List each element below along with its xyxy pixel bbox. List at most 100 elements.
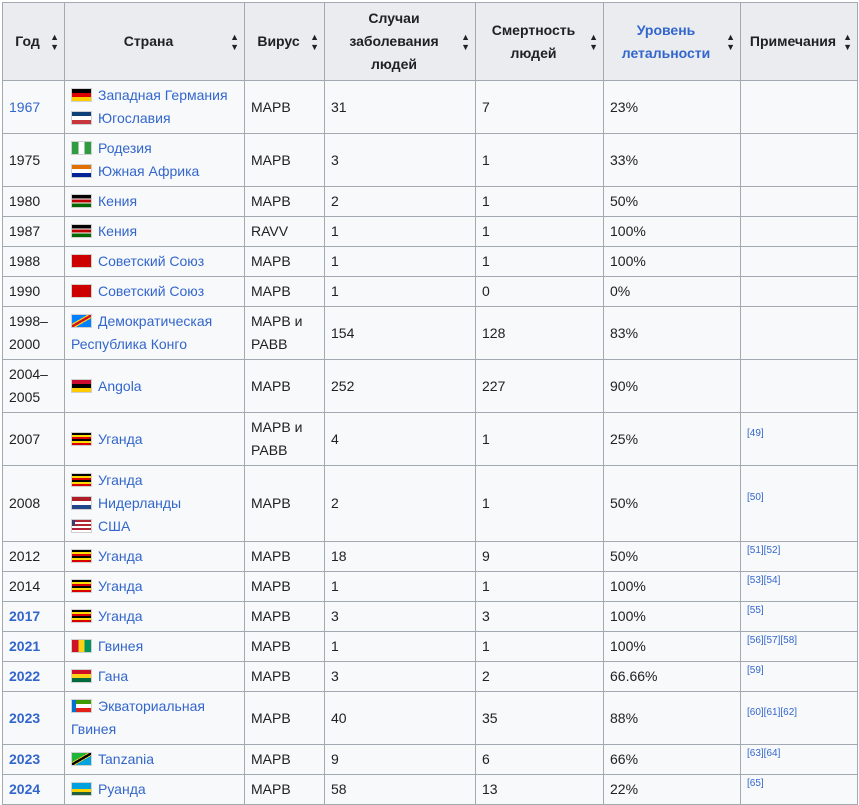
cell-virus: МАРВ: [244, 571, 325, 602]
flag-drc-icon: [71, 314, 92, 328]
cell-cases: 1: [324, 571, 476, 602]
country-entry: Гвинея: [71, 635, 238, 658]
country-entry: Югославия: [71, 107, 238, 130]
year-text: 1987: [9, 223, 41, 239]
reference-link[interactable]: [50]: [747, 492, 764, 503]
country-link[interactable]: Советский Союз: [98, 253, 204, 269]
country-entry: Уганда: [71, 545, 238, 568]
column-header-year[interactable]: Год ▲ ▼: [2, 2, 65, 81]
country-link[interactable]: Уганда: [98, 431, 143, 447]
country-link[interactable]: Уганда: [98, 578, 143, 594]
country-link[interactable]: Югославия: [98, 110, 171, 126]
year-link[interactable]: 2021: [9, 638, 40, 654]
column-header-country[interactable]: Страна ▲ ▼: [64, 2, 245, 81]
flag-uganda-icon: [71, 579, 92, 593]
country-link[interactable]: Angola: [98, 378, 142, 394]
year-link[interactable]: 2024: [9, 781, 40, 797]
column-header-notes[interactable]: Примечания ▲ ▼: [740, 2, 858, 81]
reference-link[interactable]: [60][61][62]: [747, 707, 797, 718]
deaths-value: 1: [482, 253, 490, 269]
cell-deaths: 1: [475, 216, 604, 247]
deaths-value: 1: [482, 430, 490, 447]
country-link[interactable]: Кения: [98, 223, 137, 239]
cell-notes: [740, 133, 858, 187]
country-link[interactable]: Нидерланды: [98, 495, 181, 511]
cell-virus: МАРВ: [244, 186, 325, 217]
fatality-value: 25%: [610, 430, 639, 447]
virus-text: МАРВ: [251, 578, 291, 594]
country-link[interactable]: Уганда: [98, 472, 143, 488]
cell-virus: МАРВ: [244, 246, 325, 277]
cell-virus: МАРВ и РАВВ: [244, 306, 325, 360]
flag-rwanda-icon: [71, 782, 92, 796]
country-link[interactable]: Кения: [98, 193, 137, 209]
sort-arrows-icon[interactable]: ▲ ▼: [589, 32, 598, 52]
sort-arrows-icon[interactable]: ▲ ▼: [310, 32, 319, 52]
cell-year: 1975: [2, 133, 65, 187]
cell-fatality: 0%: [603, 276, 741, 307]
table-row: 1987 Кения RAVV 1 1 100%: [2, 216, 858, 247]
year-link[interactable]: 2023: [9, 710, 40, 726]
country-link[interactable]: Tanzania: [98, 751, 154, 767]
cell-year: 1967: [2, 80, 65, 134]
reference-link[interactable]: [59]: [747, 665, 764, 676]
reference-link[interactable]: [56][57][58]: [747, 635, 797, 646]
reference-link[interactable]: [65]: [747, 778, 764, 789]
sort-arrows-icon[interactable]: ▲ ▼: [230, 32, 239, 52]
cell-year: 2023: [2, 744, 65, 775]
flag-uganda-icon: [71, 473, 92, 487]
reference-link[interactable]: [55]: [747, 605, 764, 616]
country-link[interactable]: Уганда: [98, 608, 143, 624]
country-link[interactable]: Западная Германия: [98, 87, 228, 103]
sort-arrows-icon[interactable]: ▲ ▼: [843, 32, 852, 52]
header-link[interactable]: Уровень летальности: [622, 22, 711, 61]
column-header-virus[interactable]: Вирус ▲ ▼: [244, 2, 325, 81]
fatality-value: 100%: [610, 608, 646, 624]
cell-year: 1980: [2, 186, 65, 217]
cell-notes: [51][52]: [740, 541, 858, 572]
cell-year: 2017: [2, 601, 65, 632]
reference-link[interactable]: [51][52]: [747, 545, 780, 556]
sort-arrows-icon[interactable]: ▲ ▼: [726, 32, 735, 52]
cell-cases: 1: [324, 216, 476, 247]
reference-link[interactable]: [63][64]: [747, 748, 780, 759]
sort-arrows-icon[interactable]: ▲ ▼: [50, 32, 59, 52]
year-link[interactable]: 2017: [9, 608, 40, 624]
country-link[interactable]: Демократическая: [98, 313, 212, 329]
reference-links: [53][54]: [747, 575, 780, 586]
country-link[interactable]: Родезия: [98, 140, 152, 156]
country-link[interactable]: Гвинея: [98, 638, 143, 654]
country-link[interactable]: Южная Африка: [98, 163, 199, 179]
column-header-deaths[interactable]: Смертность людей ▲ ▼: [475, 2, 604, 81]
country-link[interactable]: Уганда: [98, 548, 143, 564]
column-header-cases[interactable]: Случаи заболевания людей ▲ ▼: [324, 2, 476, 81]
country-link[interactable]: Гвинея: [71, 721, 116, 737]
cell-virus: МАРВ: [244, 744, 325, 775]
sort-arrows-icon[interactable]: ▲ ▼: [461, 32, 470, 52]
cell-country: Советский Союз: [64, 276, 245, 307]
cases-value: 3: [331, 151, 339, 168]
year-link[interactable]: 1967: [9, 99, 40, 115]
reference-link[interactable]: [53][54]: [747, 575, 780, 586]
header-row: Год ▲ ▼ Страна ▲ ▼ Вирус ▲ ▼ Случаи заболевани…: [2, 2, 858, 81]
deaths-value: 35: [482, 709, 498, 726]
column-header-fatality[interactable]: Уровень летальности ▲ ▼: [603, 2, 741, 81]
flag-soviet-icon: [71, 254, 92, 268]
year-link[interactable]: 2023: [9, 751, 40, 767]
flag-kenya-icon: [71, 224, 92, 238]
cell-virus: МАРВ: [244, 80, 325, 134]
country-link[interactable]: Руанда: [98, 781, 146, 797]
cell-cases: 1: [324, 276, 476, 307]
deaths-value: 1: [482, 151, 490, 168]
country-link[interactable]: Советский Союз: [98, 283, 204, 299]
deaths-value: 13: [482, 781, 498, 797]
year-link[interactable]: 2022: [9, 668, 40, 684]
cell-year: 2022: [2, 661, 65, 692]
country-link[interactable]: Экваториальная: [98, 698, 205, 714]
country-link[interactable]: Республика Конго: [71, 336, 187, 352]
country-link[interactable]: Гана: [98, 668, 128, 684]
cell-deaths: 1: [475, 186, 604, 217]
reference-link[interactable]: [49]: [747, 428, 764, 439]
country-link[interactable]: США: [98, 518, 130, 534]
reference-links: [55]: [747, 605, 764, 616]
